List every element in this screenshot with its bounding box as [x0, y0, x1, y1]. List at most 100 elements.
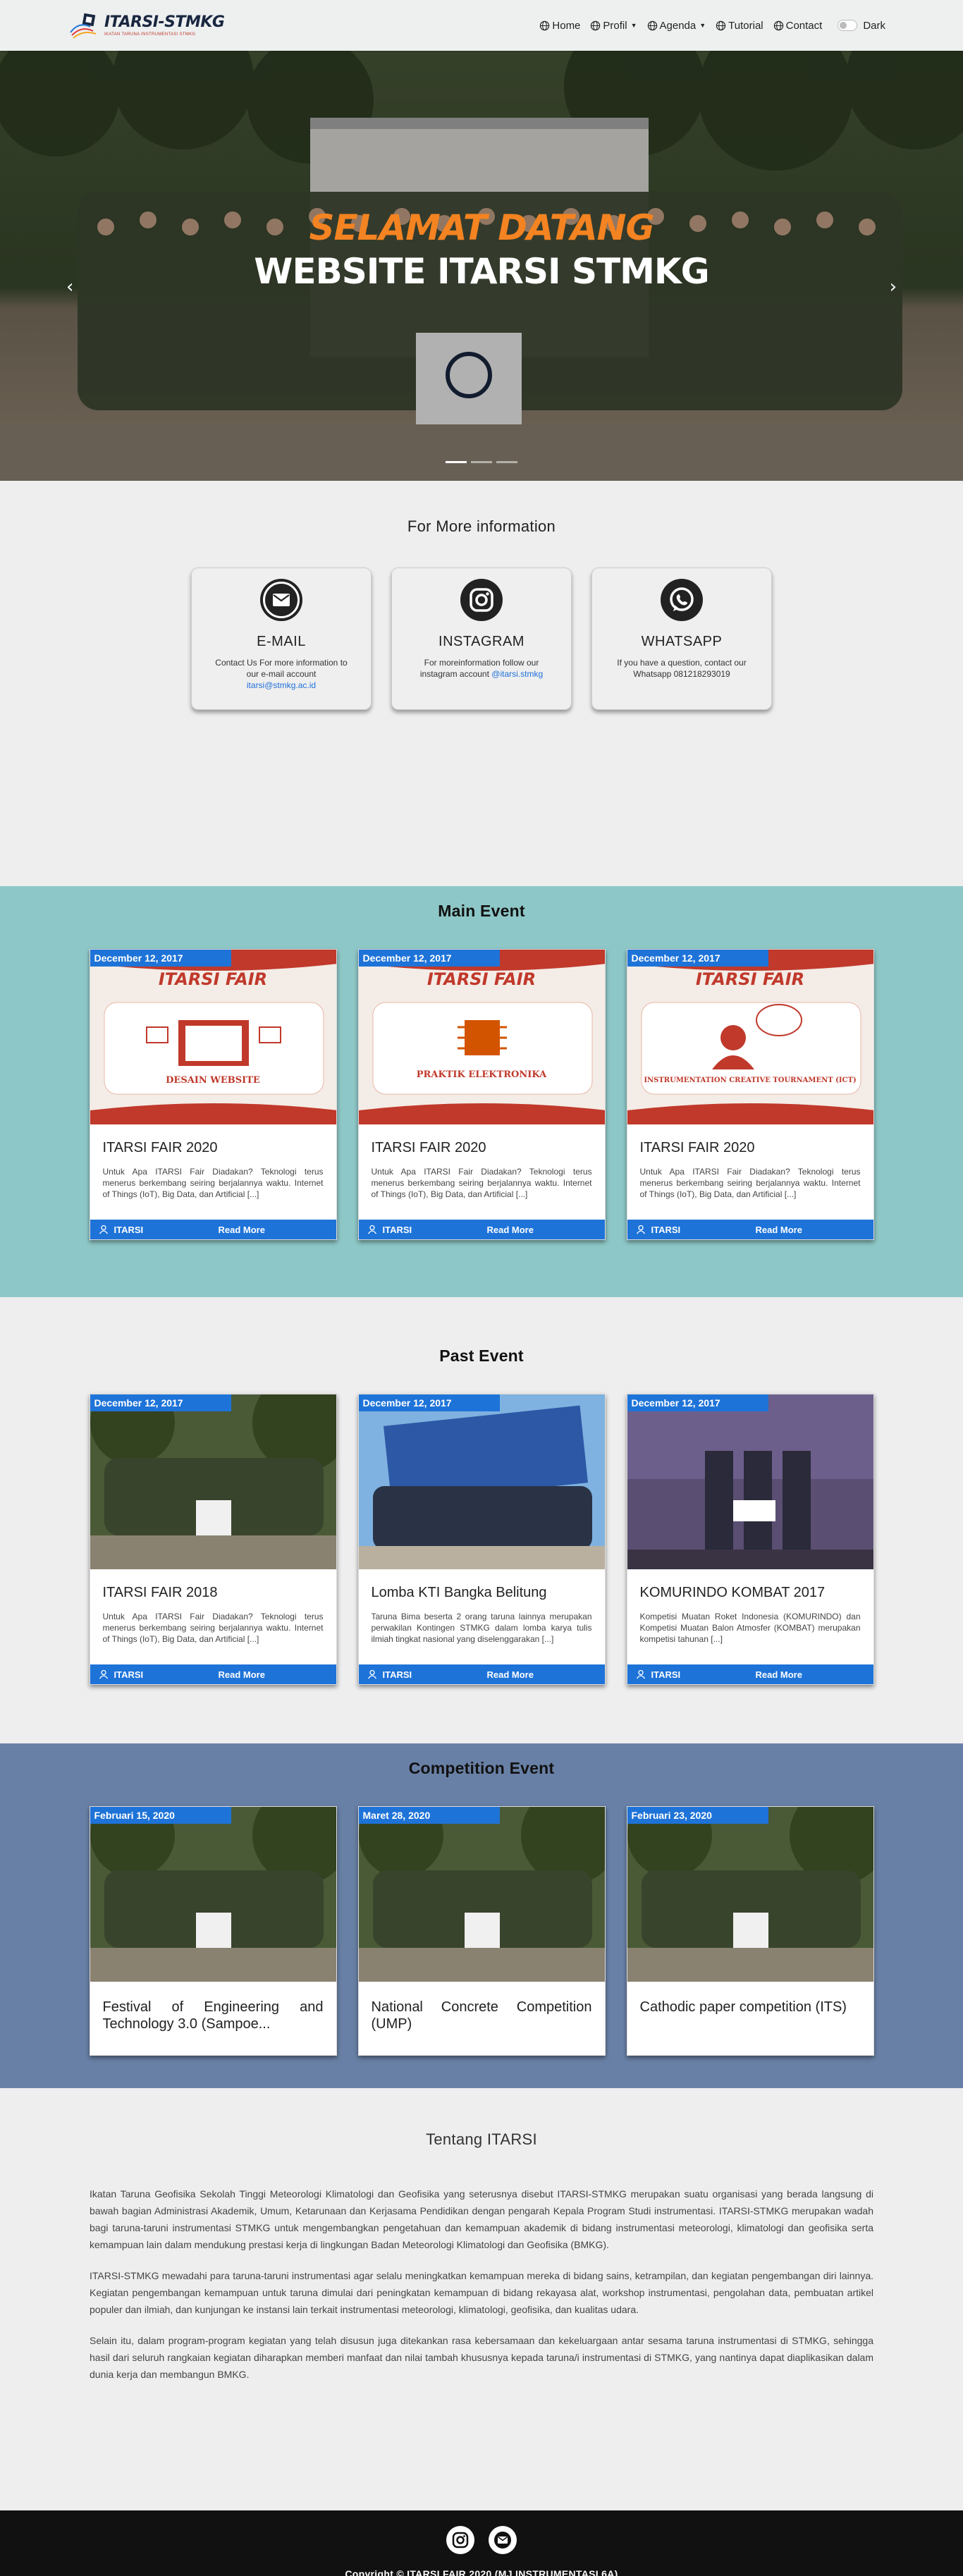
about-paragraph: Ikatan Taruna Geofisika Sekolah Tinggi M…	[90, 2188, 873, 2250]
event-date: December 12, 2017	[627, 1394, 768, 1411]
past-event-card[interactable]: December 12, 2017 KOMURINDO KOMBAT 2017 …	[626, 1394, 874, 1685]
event-title[interactable]: ITARSI FAIR 2020	[103, 1140, 324, 1156]
navbar: ITARSI-STMKG IKATAN TARUNA INSTRUMENTASI…	[0, 0, 963, 51]
menu-agenda[interactable]: Agenda ▼	[647, 20, 706, 32]
globe-icon	[540, 20, 550, 30]
event-date: Maret 28, 2020	[358, 1807, 500, 1824]
menu-tutorial-label: Tutorial	[728, 19, 763, 32]
event-excerpt: Taruna Bima beserta 2 orang taruna lainn…	[371, 1612, 592, 1644]
menu-agenda-label: Agenda	[659, 19, 697, 32]
event-poster: ITARSI FAIR DESAIN WEBSITE	[90, 950, 336, 1124]
whatsapp-icon	[661, 579, 703, 621]
about-section: Tentang ITARSI Ikatan Taruna Geofisika S…	[0, 2088, 963, 2510]
read-more-link[interactable]: Read More	[487, 1669, 534, 1680]
event-title[interactable]: Cathodic paper competition (ITS)	[640, 1999, 861, 2055]
instagram-icon[interactable]	[446, 2526, 474, 2554]
main-event-card[interactable]: December 12, 2017 ITARSI FAIR PRAKTIK EL…	[357, 949, 606, 1240]
competition-event-card[interactable]: Februari 15, 2020 Festival of Engineerin…	[89, 1806, 337, 2056]
read-more-link[interactable]: Read More	[219, 1669, 265, 1680]
main-event-card[interactable]: December 12, 2017 ITARSI FAIR DESAIN WEB…	[89, 949, 337, 1240]
read-more-link[interactable]: Read More	[756, 1669, 802, 1680]
author-name: ITARSI	[651, 1669, 681, 1680]
main-event-card[interactable]: December 12, 2017 ITARSI FAIR INSTRUMENT…	[626, 949, 874, 1240]
dark-mode-toggle[interactable]: Dark	[838, 20, 885, 32]
email-card: E-MAIL Contact Us For more information t…	[191, 568, 372, 710]
event-title[interactable]: ITARSI FAIR 2020	[640, 1140, 861, 1156]
read-more-link[interactable]: Read More	[219, 1225, 265, 1235]
event-date: December 12, 2017	[90, 950, 231, 967]
author: ITARSI	[636, 1225, 756, 1235]
main-event-section: Main Event December 12, 2017 ITARSI FAIR…	[0, 886, 963, 1297]
competition-event-title: Competition Event	[408, 1759, 555, 1777]
menu-home-label: Home	[552, 19, 581, 32]
author-name: ITARSI	[382, 1224, 412, 1235]
event-title[interactable]: National Concrete Competition (UMP)	[372, 1999, 592, 2055]
competition-event-card[interactable]: Maret 28, 2020 National Concrete Competi…	[357, 1806, 606, 2056]
whatsapp-card-title: WHATSAPP	[641, 634, 723, 649]
menu-home[interactable]: Home	[539, 20, 580, 32]
event-excerpt: Untuk Apa ITARSI Fair Diadakan? Teknolog…	[371, 1167, 592, 1199]
copyright: Copyright © ITARSI FAIR 2020 (MJ INSTRUM…	[345, 2568, 618, 2576]
card-footer: ITARSI Read More	[627, 1220, 873, 1239]
hero-caption: SELAMAT DATANG WEBSITE ITARSI STMKG	[0, 207, 963, 292]
poster-title: ITARSI FAIR	[695, 969, 805, 989]
poster-title: ITARSI FAIR	[427, 969, 536, 989]
competition-event-section: Competition Event Februari 15, 2020 Fest…	[0, 1743, 963, 2088]
menu-profil-label: Profil	[603, 19, 627, 32]
carousel-indicator[interactable]	[446, 461, 467, 463]
past-event-card[interactable]: December 12, 2017 ITARSI FAIR 2018 Untuk…	[89, 1394, 337, 1685]
menu-contact[interactable]: Contact	[773, 20, 822, 32]
whatsapp-card: WHATSAPP If you have a question, contact…	[591, 568, 772, 710]
hero-title: WEBSITE ITARSI STMKG	[254, 251, 709, 292]
globe-icon	[591, 20, 601, 30]
past-event-card[interactable]: December 12, 2017 Lomba KTI Bangka Belit…	[357, 1394, 606, 1685]
poster-title: ITARSI FAIR	[158, 969, 268, 989]
author: ITARSI	[367, 1669, 487, 1680]
event-photo	[90, 1807, 336, 1982]
event-title[interactable]: KOMURINDO KOMBAT 2017	[640, 1585, 861, 1601]
carousel-next-icon[interactable]: ›	[890, 276, 897, 298]
user-icon	[99, 1669, 108, 1679]
author: ITARSI	[99, 1669, 219, 1680]
read-more-link[interactable]: Read More	[487, 1225, 534, 1235]
mail-icon	[260, 579, 302, 621]
author: ITARSI	[636, 1669, 756, 1680]
menu-tutorial[interactable]: Tutorial	[716, 20, 763, 32]
event-title[interactable]: Festival of Engineering and Technology 3…	[103, 1999, 324, 2055]
globe-icon	[773, 20, 783, 30]
event-date: Februari 23, 2020	[627, 1807, 768, 1824]
carousel-indicator[interactable]	[471, 461, 492, 463]
read-more-link[interactable]: Read More	[756, 1225, 802, 1235]
card-footer: ITARSI Read More	[358, 1220, 605, 1239]
about-paragraph: Selain itu, dalam program-program kegiat…	[90, 2335, 873, 2380]
dark-mode-switch[interactable]	[838, 20, 858, 31]
mail-icon[interactable]	[489, 2526, 517, 2554]
carousel-indicators	[0, 461, 963, 463]
about-paragraph: ITARSI-STMKG mewadahi para taruna-taruni…	[90, 2270, 873, 2315]
menu-profil[interactable]: Profil ▼	[590, 20, 637, 32]
email-link[interactable]: itarsi@stmkg.ac.id	[247, 680, 316, 690]
event-photo	[358, 1394, 605, 1569]
info-title: For More information	[407, 517, 556, 535]
event-title[interactable]: ITARSI FAIR 2020	[372, 1140, 592, 1156]
event-photo	[627, 1807, 873, 1982]
event-photo	[627, 1394, 873, 1569]
brand-subtitle: IKATAN TARUNA INSTRUMENTASI STMKG	[104, 32, 196, 37]
carousel-indicator[interactable]	[496, 461, 517, 463]
caret-down-icon: ▼	[630, 22, 637, 29]
email-card-text: Contact Us For more information to our e…	[215, 658, 348, 679]
event-title[interactable]: ITARSI FAIR 2018	[103, 1585, 324, 1601]
brand-logo[interactable]: ITARSI-STMKG IKATAN TARUNA INSTRUMENTASI…	[69, 11, 225, 39]
event-title[interactable]: Lomba KTI Bangka Belitung	[372, 1585, 592, 1601]
email-card-title: E-MAIL	[257, 634, 306, 649]
globe-icon	[716, 20, 726, 30]
user-icon	[99, 1225, 108, 1234]
whatsapp-card-text: If you have a question, contact our What…	[617, 658, 747, 679]
instagram-link[interactable]: @itarsi.stmkg	[491, 669, 543, 679]
carousel-prev-icon[interactable]: ‹	[66, 276, 73, 298]
competition-event-card[interactable]: Februari 23, 2020 Cathodic paper competi…	[626, 1806, 874, 2056]
event-date: December 12, 2017	[358, 1394, 500, 1411]
event-poster: ITARSI FAIR PRAKTIK ELEKTRONIKA	[358, 950, 605, 1124]
card-footer: ITARSI Read More	[90, 1220, 336, 1239]
user-icon	[367, 1225, 376, 1234]
